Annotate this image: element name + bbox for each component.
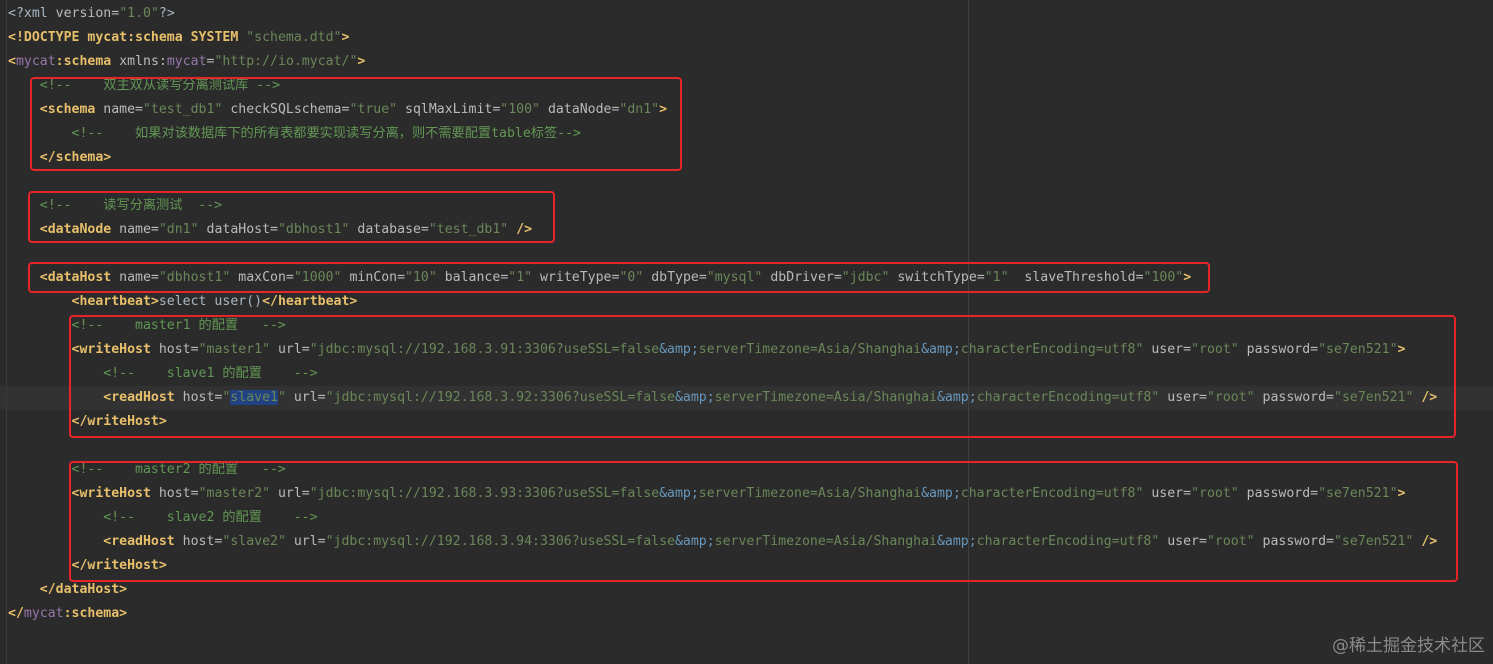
highlight-box-schema [30,77,682,171]
code-token: mycat [166,54,207,69]
code-token: "http://io.mycat/" [214,54,358,69]
code-line[interactable]: <!DOCTYPE mycat:schema SYSTEM "schema.dt… [8,26,349,50]
code-token: :schema> [63,606,128,621]
code-token: mycat [23,606,64,621]
code-token: DOCTYPE mycat:schema SYSTEM [23,30,247,45]
highlight-box-writehost-master1 [69,315,1456,438]
highlight-box-datahost [28,262,1210,293]
code-line[interactable]: <heartbeat>select user()</heartbeat> [8,290,358,314]
code-token: > [357,54,366,69]
code-token: </ [8,606,24,621]
watermark: @稀土掘金技术社区 [1332,636,1485,656]
code-token: "schema.dtd" [246,30,342,45]
code-token: xmlns: [119,54,167,69]
code-token: xml [23,6,48,21]
code-token: :schema [55,54,120,69]
code-token: "1.0" [119,6,159,21]
code-token: > [341,30,350,45]
code-token: <heartbeat> [8,294,159,309]
code-token: </heartbeat> [262,294,358,309]
code-token: ?> [158,6,175,21]
code-token: version= [47,6,120,21]
highlight-box-datanode [28,191,555,243]
fold-gutter [6,0,7,664]
code-line[interactable]: </mycat:schema> [8,602,127,626]
highlight-box-writehost-master2 [69,461,1458,582]
code-token: select user() [158,294,263,309]
code-editor[interactable]: <?xml version="1.0"?> <!DOCTYPE mycat:sch… [0,0,1493,664]
code-line[interactable]: <?xml version="1.0"?> [8,2,175,26]
code-token: <! [8,30,24,45]
code-line[interactable]: <mycat:schema xmlns:mycat="http://io.myc… [8,50,365,74]
code-token: <? [8,6,24,21]
code-token: mycat [15,54,56,69]
code-token: </dataHost> [8,582,128,597]
code-token: < [8,54,16,69]
